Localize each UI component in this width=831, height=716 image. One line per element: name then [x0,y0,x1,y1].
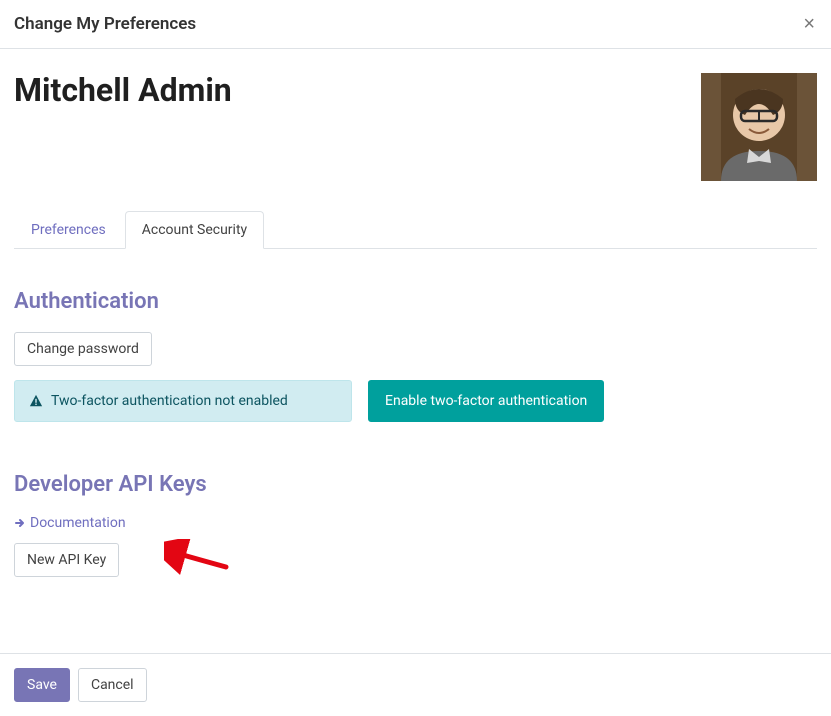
close-button[interactable]: × [803,14,815,34]
documentation-link-text: Documentation [30,515,126,531]
avatar-image [701,73,817,181]
two-fa-status: Two-factor authentication not enabled [14,380,352,422]
tabs: Preferences Account Security [14,211,817,249]
modal-title: Change My Preferences [14,14,196,34]
user-display-name: Mitchell Admin [14,73,232,108]
cancel-button[interactable]: Cancel [78,668,147,702]
save-button[interactable]: Save [14,668,70,702]
close-icon: × [803,13,815,35]
annotation-arrow-icon [164,539,234,579]
change-password-button[interactable]: Change password [14,332,152,366]
two-fa-status-text: Two-factor authentication not enabled [51,393,288,409]
enable-two-fa-button[interactable]: Enable two-factor authentication [368,380,604,422]
new-api-key-button[interactable]: New API Key [14,543,119,577]
tab-account-security[interactable]: Account Security [125,211,264,249]
arrow-right-icon [14,517,26,529]
warning-icon [29,394,43,408]
section-title-developer-api-keys: Developer API Keys [14,472,817,497]
documentation-link[interactable]: Documentation [14,515,126,531]
section-title-authentication: Authentication [14,289,817,314]
tab-preferences[interactable]: Preferences [14,211,123,248]
avatar[interactable] [701,73,817,181]
